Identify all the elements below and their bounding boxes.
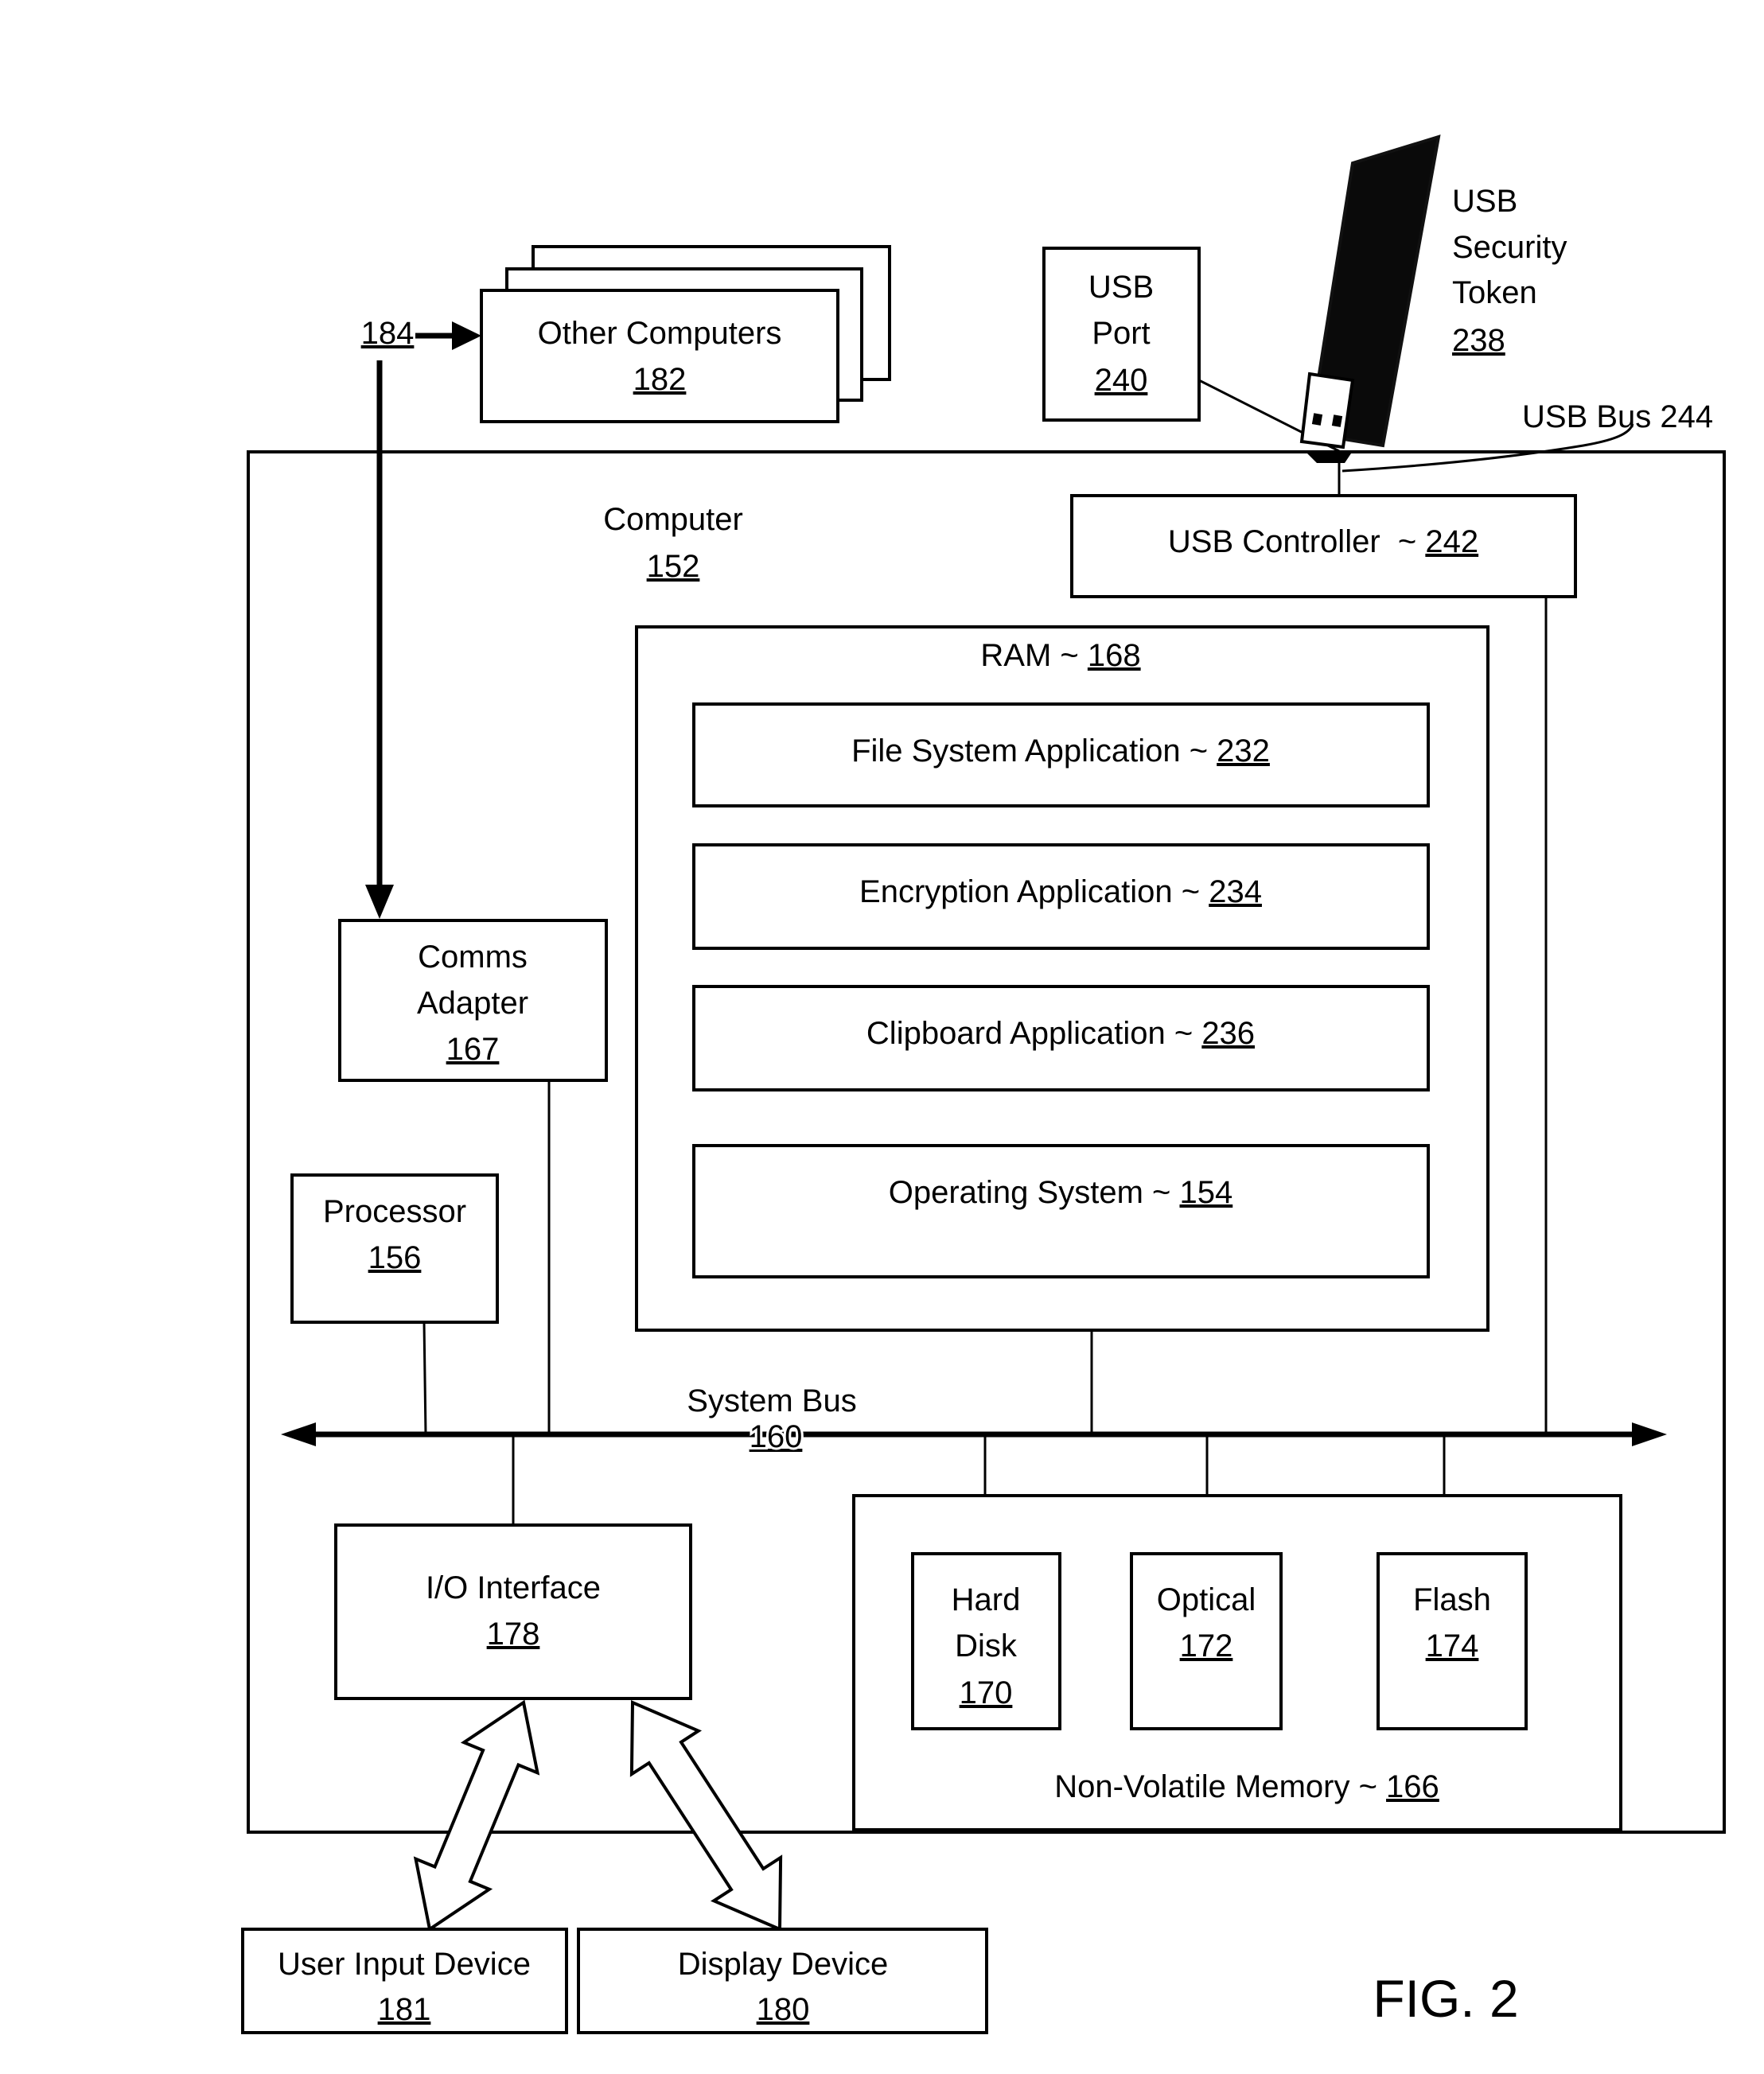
processor-node: Processor 156 [290,1173,499,1324]
usb-bus-label: USB Bus 244 [1522,399,1713,434]
processor-label: Processor [323,1194,466,1229]
other-computers-label: Other Computers [538,316,782,351]
operating-system-box [692,1144,1430,1278]
network-arrowhead-right [452,321,481,350]
ram-text: RAM ~ [980,638,1087,673]
file-system-app-label: File System Application ~ 232 [851,733,1270,769]
fig2-diagram: Other Computers 182 184 USB Port 240 USB… [241,134,1726,2034]
hard-disk-line1: Hard [952,1582,1021,1617]
comms-adapter-node: Comms Adapter 167 [338,919,608,1082]
display-device-label: Display Device [678,1947,889,1982]
system-bus-label: System Bus [687,1383,856,1418]
io-to-user-input-double-arrow [413,1699,540,1932]
flash-ref: 174 [1426,1628,1479,1663]
usb-controller-text: USB Controller ~ [1168,524,1425,559]
figure-label: FIG. 2 [1373,1969,1518,2028]
operating-system-label: Operating System ~ 154 [889,1175,1232,1210]
io-interface-ref: 178 [487,1617,540,1652]
usb-controller-node: USB Controller ~ 242 [1070,494,1577,598]
processor-ref: 156 [368,1240,422,1275]
system-bus-arrowhead-right [1632,1422,1667,1446]
io-to-display-double-arrow [629,1699,783,1932]
usb-token-line1: USB [1452,184,1517,219]
hard-disk-ref: 170 [960,1675,1013,1710]
usb-token-ref: 238 [1452,323,1505,358]
comms-adapter-line1: Comms [418,940,528,975]
usb-token-line3: Token [1452,275,1537,310]
system-bus-ref: 160 [750,1419,803,1454]
encryption-app-ref: 234 [1209,874,1262,909]
other-computers-front-box [480,289,839,423]
ram-node: RAM ~ 168 File System Application ~ 232 … [635,625,1489,1332]
comms-adapter-ref: 167 [446,1032,500,1067]
processor-bus-connector [423,1321,427,1435]
usb-port-line1: USB [1088,270,1154,305]
usb-port-ref: 240 [1095,363,1148,398]
usb-token-line2: Security [1452,230,1567,265]
computer-ref: 152 [647,549,700,584]
flash-label: Flash [1413,1582,1491,1617]
network-link: 184 [361,316,481,919]
file-system-app-ref: 232 [1217,733,1270,769]
io-interface-node: I/O Interface 178 [334,1523,692,1700]
usb-controller-label: USB Controller ~ 242 [1168,524,1478,559]
display-device-node: Display Device 180 [577,1928,988,2034]
io-interface-label: I/O Interface [426,1570,601,1605]
optical-label: Optical [1157,1582,1256,1617]
other-computers-ref: 182 [633,362,687,397]
usb-token-connector-icon [1299,372,1355,449]
hard-disk-line2: Disk [955,1628,1018,1663]
user-input-device-node: User Input Device 181 [241,1928,568,2034]
system-bus-arrowhead-left [281,1422,316,1446]
usb-port-node: USB Port 240 [1042,247,1340,453]
operating-system-ref: 154 [1179,1175,1232,1210]
user-input-device-ref: 181 [378,1992,431,2027]
io-interface-box [334,1523,692,1700]
clipboard-app-text: Clipboard Application ~ [866,1016,1201,1051]
network-arrowhead-down [365,885,394,919]
other-computers-node: Other Computers 182 [480,245,891,423]
non-volatile-memory-label: Non-Volatile Memory ~ 166 [1054,1769,1439,1804]
operating-system-text: Operating System ~ [889,1175,1180,1210]
non-volatile-memory-text: Non-Volatile Memory ~ [1054,1769,1386,1804]
encryption-app-text: Encryption Application ~ [859,874,1209,909]
user-input-device-label: User Input Device [278,1947,531,1982]
file-system-app-text: File System Application ~ [851,733,1217,769]
clipboard-app-ref: 236 [1201,1016,1255,1051]
ram-ref: 168 [1088,638,1141,673]
non-volatile-memory-node: Non-Volatile Memory ~ 166 Hard Disk 170 … [852,1494,1622,1831]
display-device-ref: 180 [757,1992,810,2027]
non-volatile-memory-ref: 166 [1386,1769,1439,1804]
ram-label: RAM ~ 168 [980,638,1140,673]
encryption-app-label: Encryption Application ~ 234 [859,874,1262,909]
network-link-ref: 184 [361,316,415,351]
usb-controller-ref: 242 [1425,524,1478,559]
clipboard-app-label: Clipboard Application ~ 236 [866,1016,1255,1051]
comms-adapter-line2: Adapter [417,986,528,1021]
optical-ref: 172 [1180,1628,1233,1663]
computer-label: Computer [603,502,743,537]
usb-port-line2: Port [1092,316,1150,351]
